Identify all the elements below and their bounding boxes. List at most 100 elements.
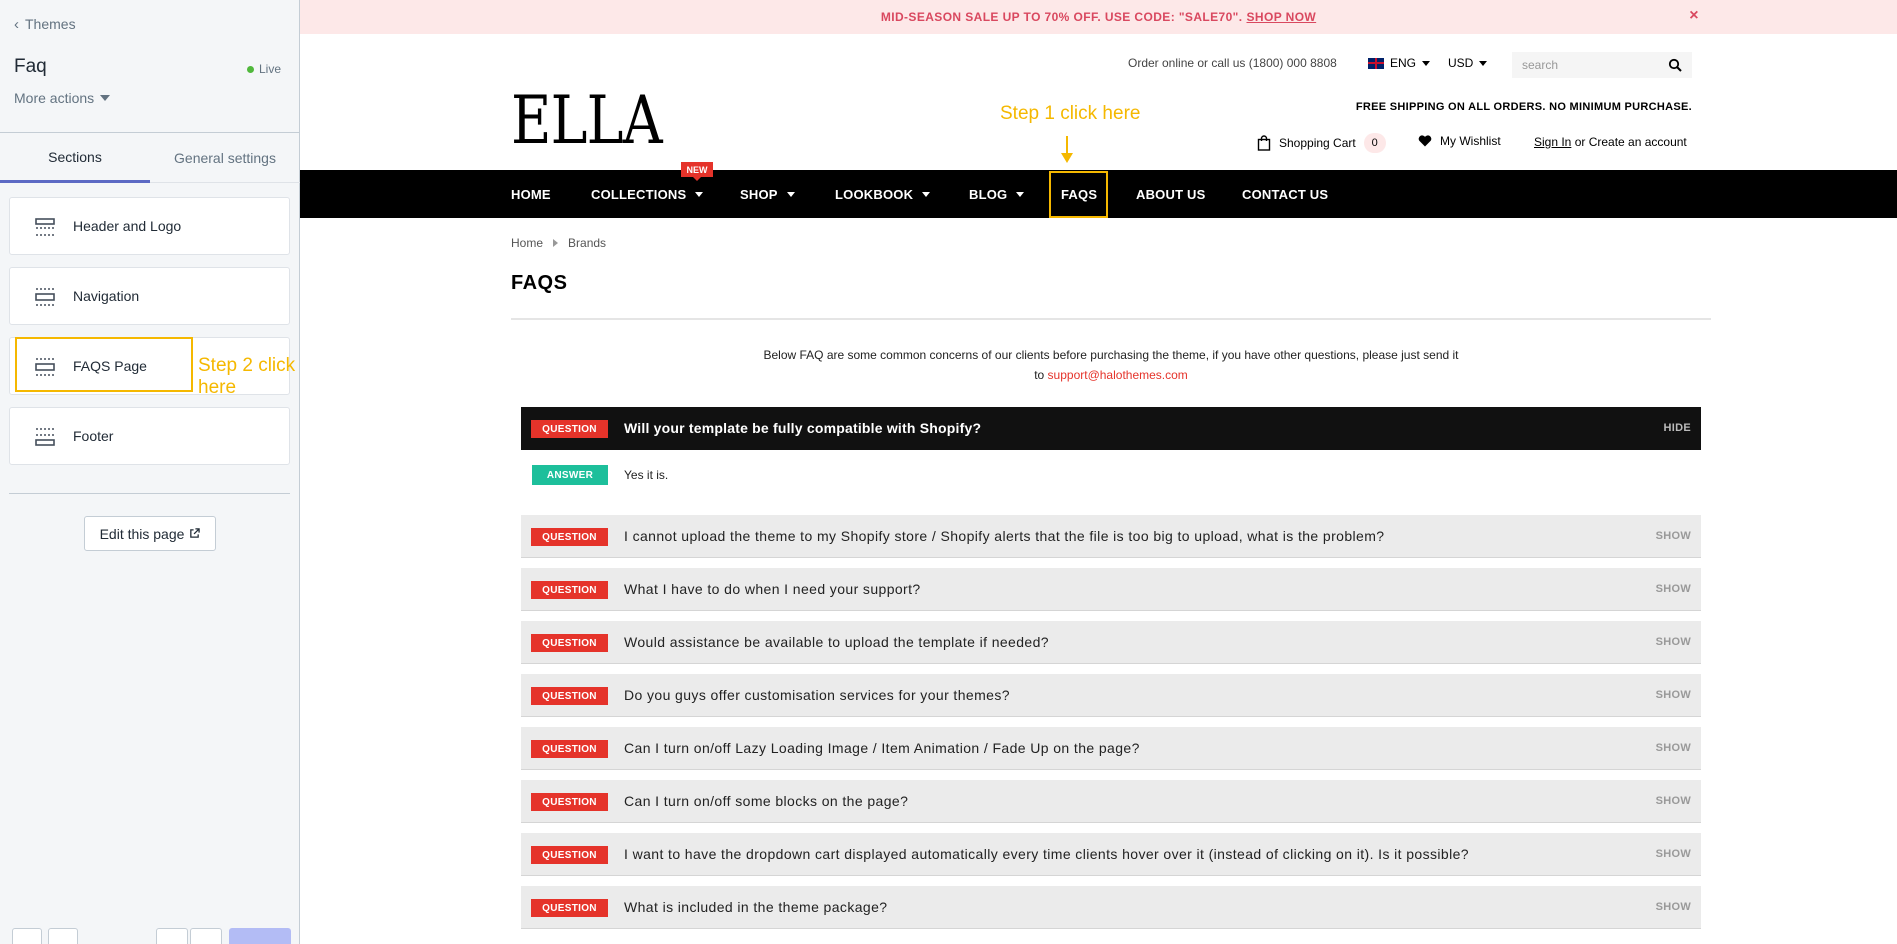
sign-in-link[interactable]: Sign In <box>1534 135 1571 149</box>
mobile-view-icon[interactable] <box>48 928 78 944</box>
close-icon[interactable]: × <box>1689 7 1699 25</box>
question-text: I want to have the dropdown cart display… <box>624 846 1469 862</box>
chevron-right-icon <box>553 239 559 247</box>
shop-now-link[interactable]: SHOP NOW <box>1247 10 1317 24</box>
edit-this-page-button[interactable]: Edit this page <box>84 516 216 551</box>
undo-icon[interactable] <box>156 928 188 944</box>
hide-toggle[interactable]: HIDE <box>1664 422 1691 434</box>
nav-home[interactable]: HOME <box>511 170 551 218</box>
shopping-bag-icon <box>1257 135 1271 151</box>
more-actions-dropdown[interactable]: More actions <box>14 90 111 106</box>
redo-icon[interactable] <box>190 928 222 944</box>
question-badge: QUESTION <box>531 581 608 599</box>
nav-about-us[interactable]: ABOUT US <box>1136 170 1206 218</box>
currency-selector[interactable]: USD <box>1448 56 1488 70</box>
search-placeholder: search <box>1522 58 1559 72</box>
language-label: ENG <box>1390 56 1417 70</box>
create-account-link[interactable]: or Create an account <box>1571 135 1687 149</box>
faq-question-row[interactable]: QUESTION I cannot upload the theme to my… <box>521 515 1701 558</box>
promo-bar: MID-SEASON SALE UP TO 70% OFF. USE CODE:… <box>300 0 1897 34</box>
sidebar-bottom-bar <box>0 920 300 944</box>
store-logo[interactable]: ELLA <box>511 88 663 154</box>
nav-label: CONTACT US <box>1242 186 1329 202</box>
save-button[interactable] <box>229 928 291 944</box>
support-email-link[interactable]: support@halothemes.com <box>1048 368 1188 382</box>
answer-badge: ANSWER <box>532 465 608 485</box>
edit-button-label: Edit this page <box>99 525 185 542</box>
section-footer[interactable]: Footer <box>9 407 290 465</box>
question-badge: QUESTION <box>531 899 608 917</box>
show-toggle[interactable]: SHOW <box>1656 583 1691 595</box>
breadcrumb-home[interactable]: Home <box>511 236 543 250</box>
intro-text: Below FAQ are some common concerns of ou… <box>763 348 1459 362</box>
contact-line: Order online or call us (1800) 000 8808 <box>1128 56 1337 70</box>
breadcrumb-current: Brands <box>568 236 607 250</box>
more-actions-label: More actions <box>14 90 95 106</box>
step2-highlight-box <box>15 337 193 392</box>
desktop-view-icon[interactable] <box>12 928 42 944</box>
tab-sections[interactable]: Sections <box>0 133 150 183</box>
divider <box>511 318 1711 320</box>
live-status-label: Live <box>258 62 281 76</box>
arrow-down-icon <box>1061 153 1073 163</box>
cart-label: Shopping Cart <box>1279 136 1356 150</box>
language-selector[interactable]: ENG <box>1368 56 1431 70</box>
wishlist-link[interactable]: My Wishlist <box>1418 134 1501 148</box>
faq-question-row[interactable]: QUESTION I want to have the dropdown car… <box>521 833 1701 876</box>
answer-text: Yes it is. <box>624 468 669 482</box>
search-icon[interactable] <box>1668 58 1682 72</box>
external-link-icon <box>190 528 201 538</box>
section-layout-icon <box>35 428 55 446</box>
currency-label: USD <box>1448 56 1474 70</box>
question-text: Do you guys offer customisation services… <box>624 687 1010 703</box>
nav-lookbook[interactable]: LOOKBOOK <box>835 170 931 218</box>
show-toggle[interactable]: SHOW <box>1656 795 1691 807</box>
show-toggle[interactable]: SHOW <box>1656 848 1691 860</box>
caret-down-icon <box>1422 60 1431 66</box>
back-label: Themes <box>25 16 76 32</box>
question-text: What I have to do when I need your suppo… <box>624 581 921 597</box>
nav-shop[interactable]: SHOP <box>740 170 795 218</box>
store-preview: MID-SEASON SALE UP TO 70% OFF. USE CODE:… <box>300 0 1897 944</box>
question-badge: QUESTION <box>531 793 608 811</box>
show-toggle[interactable]: SHOW <box>1656 689 1691 701</box>
uk-flag-icon <box>1368 57 1384 69</box>
caret-down-icon <box>786 191 795 197</box>
nav-label: COLLECTIONS <box>591 186 687 202</box>
section-header-and-logo[interactable]: Header and Logo <box>9 197 290 255</box>
sidebar-tabs: Sections General settings <box>0 133 300 183</box>
faq-question-row[interactable]: QUESTION Do you guys offer customisation… <box>521 674 1701 717</box>
step1-highlight-box <box>1049 171 1108 218</box>
caret-down-icon <box>1479 60 1488 66</box>
section-layout-icon <box>35 288 55 306</box>
live-status-badge: Live <box>246 62 281 76</box>
shopping-cart-link[interactable]: Shopping Cart 0 <box>1257 133 1386 153</box>
step1-annotation: Step 1 click here <box>1000 103 1141 124</box>
section-navigation[interactable]: Navigation <box>9 267 290 325</box>
faq-question-row[interactable]: QUESTION Will your template be fully com… <box>521 407 1701 450</box>
faq-question-row[interactable]: QUESTION What I have to do when I need y… <box>521 568 1701 611</box>
faq-question-row[interactable]: QUESTION What is included in the theme p… <box>521 886 1701 929</box>
nav-contact-us[interactable]: CONTACT US <box>1242 170 1328 218</box>
search-input[interactable]: search <box>1512 52 1692 78</box>
question-badge: QUESTION <box>531 846 608 864</box>
tab-general-settings[interactable]: General settings <box>150 133 300 183</box>
wishlist-label: My Wishlist <box>1440 134 1501 148</box>
nav-label: HOME <box>511 186 551 202</box>
faq-question-row[interactable]: QUESTION Can I turn on/off some blocks o… <box>521 780 1701 823</box>
divider <box>9 493 290 494</box>
nav-blog[interactable]: BLOG <box>969 170 1025 218</box>
show-toggle[interactable]: SHOW <box>1656 636 1691 648</box>
back-to-themes-link[interactable]: ‹ Themes <box>14 16 76 32</box>
faq-question-row[interactable]: QUESTION Would assistance be available t… <box>521 621 1701 664</box>
faq-question-row[interactable]: QUESTION Can I turn on/off Lazy Loading … <box>521 727 1701 770</box>
section-label: Header and Logo <box>73 218 182 234</box>
show-toggle[interactable]: SHOW <box>1656 901 1691 913</box>
nav-label: SHOP <box>740 186 778 202</box>
nav-collections[interactable]: COLLECTIONS <box>591 170 704 218</box>
question-badge: QUESTION <box>531 420 608 438</box>
show-toggle[interactable]: SHOW <box>1656 742 1691 754</box>
nav-label: LOOKBOOK <box>835 186 914 202</box>
show-toggle[interactable]: SHOW <box>1656 530 1691 542</box>
new-badge: NEW <box>681 162 713 181</box>
